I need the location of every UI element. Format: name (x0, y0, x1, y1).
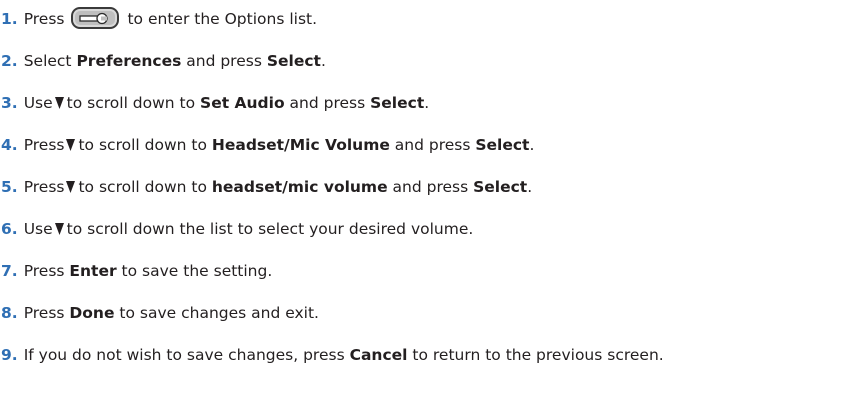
ui-term: Select (473, 178, 528, 196)
step-text: If you do not wish to save changes, pres… (23, 346, 350, 364)
down-arrow-icon (66, 181, 76, 193)
step-8: 8. Press Done to save changes and exit. (1, 300, 319, 326)
down-arrow-icon (66, 139, 76, 151)
step-text: . (424, 94, 430, 112)
ui-term: Headset/Mic Volume (211, 136, 390, 154)
step-text: to return to the previous screen. (407, 346, 664, 364)
step-text: . (527, 178, 533, 196)
instruction-steps: 1. Press to enter the Options list. 2. Sel… (0, 0, 843, 394)
step-number: 7. (1, 262, 18, 280)
step-number: 3. (1, 94, 18, 112)
step-number: 9. (1, 346, 18, 364)
step-number: 1. (1, 10, 18, 28)
down-arrow-icon (54, 223, 64, 235)
ui-term: Select (370, 94, 425, 112)
step-text: to scroll down to (66, 94, 201, 112)
step-number: 2. (1, 52, 18, 70)
step-text: . (320, 52, 326, 70)
step-5: 5. Press to scroll down to headset/mic vol… (1, 174, 532, 200)
step-text: to save changes and exit. (114, 304, 319, 322)
step-text: Press (23, 304, 70, 322)
ui-term: Done (69, 304, 115, 322)
step-text: to scroll down the list to select your d… (66, 220, 474, 238)
ui-term: Select (266, 52, 321, 70)
step-number: 4. (1, 136, 18, 154)
step-text: Use (23, 220, 53, 238)
step-9: 9. If you do not wish to save changes, pr… (1, 342, 664, 368)
ui-term: headset/mic volume (211, 178, 388, 196)
options-key-icon (70, 6, 120, 30)
step-2: 2. Select Preferences and press Select. (1, 48, 326, 74)
step-text: . (529, 136, 535, 154)
step-text: to save the setting. (116, 262, 273, 280)
step-text: and press (389, 136, 476, 154)
step-7: 7. Press Enter to save the setting. (1, 258, 272, 284)
step-text: to enter the Options list. (127, 10, 318, 28)
step-text: Press (23, 10, 65, 28)
down-arrow-icon (54, 97, 64, 109)
step-text: to scroll down to (78, 136, 212, 154)
step-4: 4. Press to scroll down to Headset/Mic Vol… (1, 132, 534, 158)
step-text: and press (181, 52, 267, 70)
step-text: and press (387, 178, 474, 196)
ui-term: Cancel (349, 346, 408, 364)
step-text: Select (23, 52, 77, 70)
step-text: Press (23, 262, 70, 280)
step-number: 6. (1, 220, 18, 238)
step-number: 8. (1, 304, 18, 322)
step-text: Press (23, 178, 65, 196)
step-3: 3. Use to scroll down to Set Audio and pre… (1, 90, 429, 116)
step-text: and press (284, 94, 371, 112)
step-number: 5. (1, 178, 18, 196)
step-text: to scroll down to (78, 178, 212, 196)
step-6: 6. Use to scroll down the list to select y… (1, 216, 473, 242)
ui-term: Preferences (76, 52, 182, 70)
step-1: 1. Press to enter the Options list. (1, 6, 317, 32)
step-text: Use (23, 94, 53, 112)
ui-term: Enter (69, 262, 117, 280)
step-text: Press (23, 136, 65, 154)
ui-term: Set Audio (200, 94, 285, 112)
ui-term: Select (475, 136, 530, 154)
